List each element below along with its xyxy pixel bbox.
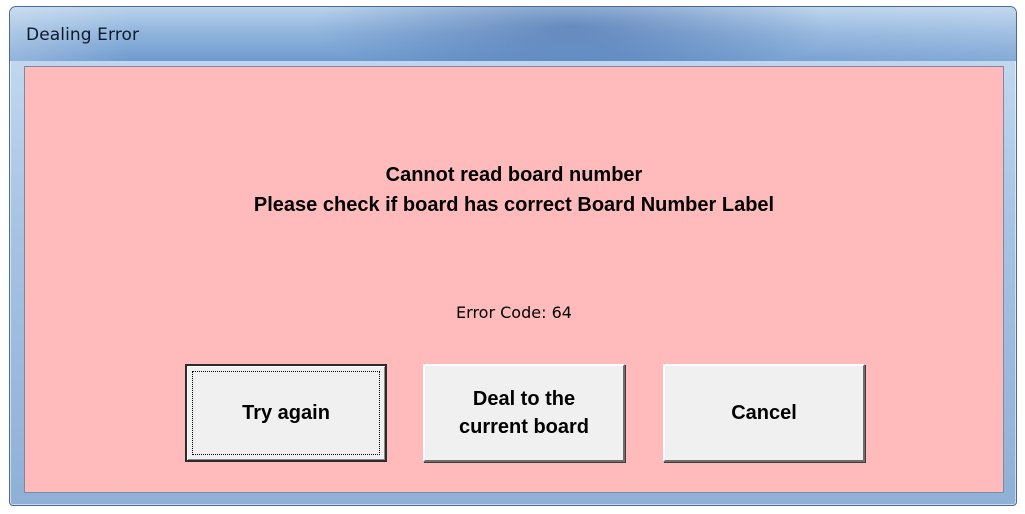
error-code-label: Error Code: 64 — [456, 303, 572, 322]
cancel-label: Cancel — [731, 402, 797, 424]
try-again-label: Try again — [242, 402, 330, 424]
try-again-button[interactable]: Try again — [185, 364, 387, 462]
error-message-line-2: Please check if board has correct Board … — [253, 194, 775, 216]
deal-to-current-board-label: Deal to the current board — [458, 388, 590, 438]
cancel-button[interactable]: Cancel — [663, 364, 865, 462]
error-message: Cannot read board number Please check if… — [25, 160, 1003, 220]
dialog-content: Cannot read board number Please check if… — [24, 66, 1004, 493]
error-message-line-1: Cannot read board number — [385, 164, 643, 186]
deal-to-current-board-button[interactable]: Deal to the current board — [423, 364, 625, 462]
title-bar[interactable]: Dealing Error — [10, 7, 1016, 61]
dialog-window: Dealing Error Cannot read board number P… — [9, 6, 1017, 506]
window-title: Dealing Error — [26, 25, 140, 45]
